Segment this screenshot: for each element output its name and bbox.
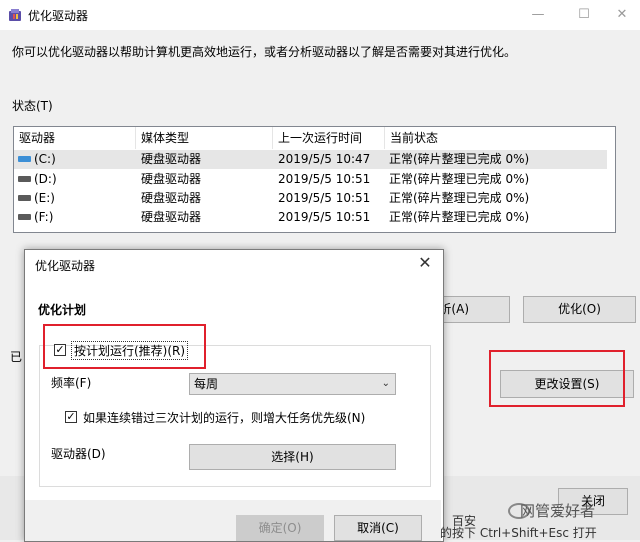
last-run-cell: 2019/5/5 10:47 xyxy=(278,152,371,166)
last-run-cell: 2019/5/5 10:51 xyxy=(278,172,371,186)
frequency-label: 频率(F) xyxy=(51,376,92,390)
drive-icon xyxy=(18,175,31,182)
column-header-status[interactable]: 当前状态 xyxy=(385,127,615,149)
drive-list-header: 驱动器 媒体类型 上一次运行时间 当前状态 xyxy=(14,127,615,149)
drive-cell: (C:) xyxy=(34,152,56,166)
scheduled-optimization-label: 已 xyxy=(10,350,23,364)
column-header-media[interactable]: 媒体类型 xyxy=(136,127,273,149)
background-text: 的按下 Ctrl+Shift+Esc 打开 xyxy=(440,526,597,540)
media-cell: 硬盘驱动器 xyxy=(141,191,202,205)
system-drive-icon xyxy=(18,155,31,162)
highlight-box-change-settings xyxy=(489,350,625,407)
status-cell: 正常(碎片整理已完成 0%) xyxy=(389,191,530,205)
minimize-icon[interactable]: — xyxy=(518,0,558,30)
column-header-drive[interactable]: 驱动器 xyxy=(14,127,136,149)
drive-cell: (D:) xyxy=(34,172,57,186)
ok-button[interactable]: 确定(O) xyxy=(236,515,324,541)
table-row[interactable]: (F:) 硬盘驱动器 2019/5/5 10:51 正常(碎片整理已完成 0%) xyxy=(14,208,615,227)
choose-drives-button[interactable]: 选择(H) xyxy=(189,444,396,470)
description-text: 你可以优化驱动器以帮助计算机更高效地运行，或者分析驱动器以了解是否需要对其进行优… xyxy=(12,45,517,59)
drive-icon xyxy=(18,213,31,220)
media-cell: 硬盘驱动器 xyxy=(141,152,202,166)
column-header-last-run[interactable]: 上一次运行时间 xyxy=(273,127,385,149)
last-run-cell: 2019/5/5 10:51 xyxy=(278,191,371,205)
highlight-box-schedule xyxy=(43,324,206,369)
close-icon[interactable]: ✕ xyxy=(415,253,435,272)
status-cell: 正常(碎片整理已完成 0%) xyxy=(389,152,530,166)
frequency-value: 每周 xyxy=(194,377,219,391)
drive-icon xyxy=(18,194,31,201)
table-row[interactable]: (C:) 硬盘驱动器 2019/5/5 10:47 正常(碎片整理已完成 0%) xyxy=(14,150,607,169)
media-cell: 硬盘驱动器 xyxy=(141,172,202,186)
close-icon[interactable]: ✕ xyxy=(602,0,640,30)
media-cell: 硬盘驱动器 xyxy=(141,210,202,224)
status-label: 状态(T) xyxy=(12,99,53,113)
last-run-cell: 2019/5/5 10:51 xyxy=(278,210,371,224)
defrag-app-icon xyxy=(9,9,21,21)
escalate-priority-label: 如果连续错过三次计划的运行，则增大任务优先级(N) xyxy=(83,411,366,425)
cancel-button[interactable]: 取消(C) xyxy=(334,515,422,541)
chevron-down-icon: ⌄ xyxy=(381,378,390,389)
optimize-button[interactable]: 优化(O) xyxy=(523,296,636,323)
drive-cell: (E:) xyxy=(34,191,55,205)
optimization-schedule-dialog: 优化驱动器 ✕ 优化计划 ✓ 按计划运行(推荐)(R) 频率(F) 每周 ⌄ ✓… xyxy=(24,249,444,542)
escalate-priority-checkbox[interactable]: ✓ xyxy=(65,411,77,423)
drive-list[interactable]: 驱动器 媒体类型 上一次运行时间 当前状态 (C:) 硬盘驱动器 2019/5/… xyxy=(13,126,616,233)
maximize-icon[interactable]: ☐ xyxy=(564,0,604,30)
drive-cell: (F:) xyxy=(34,210,54,224)
status-cell: 正常(碎片整理已完成 0%) xyxy=(389,172,530,186)
title-bar: 优化驱动器 — ☐ ✕ xyxy=(0,0,640,30)
dialog-title: 优化驱动器 xyxy=(35,259,96,273)
dialog-heading: 优化计划 xyxy=(38,303,87,317)
frequency-select[interactable]: 每周 ⌄ xyxy=(189,373,396,395)
table-row[interactable]: (E:) 硬盘驱动器 2019/5/5 10:51 正常(碎片整理已完成 0%) xyxy=(14,189,615,208)
window-title: 优化驱动器 xyxy=(28,9,89,23)
watermark-text: 网管爱好者 xyxy=(520,502,596,520)
table-row[interactable]: (D:) 硬盘驱动器 2019/5/5 10:51 正常(碎片整理已完成 0%) xyxy=(14,170,615,189)
drives-label: 驱动器(D) xyxy=(51,447,106,461)
status-cell: 正常(碎片整理已完成 0%) xyxy=(389,210,530,224)
